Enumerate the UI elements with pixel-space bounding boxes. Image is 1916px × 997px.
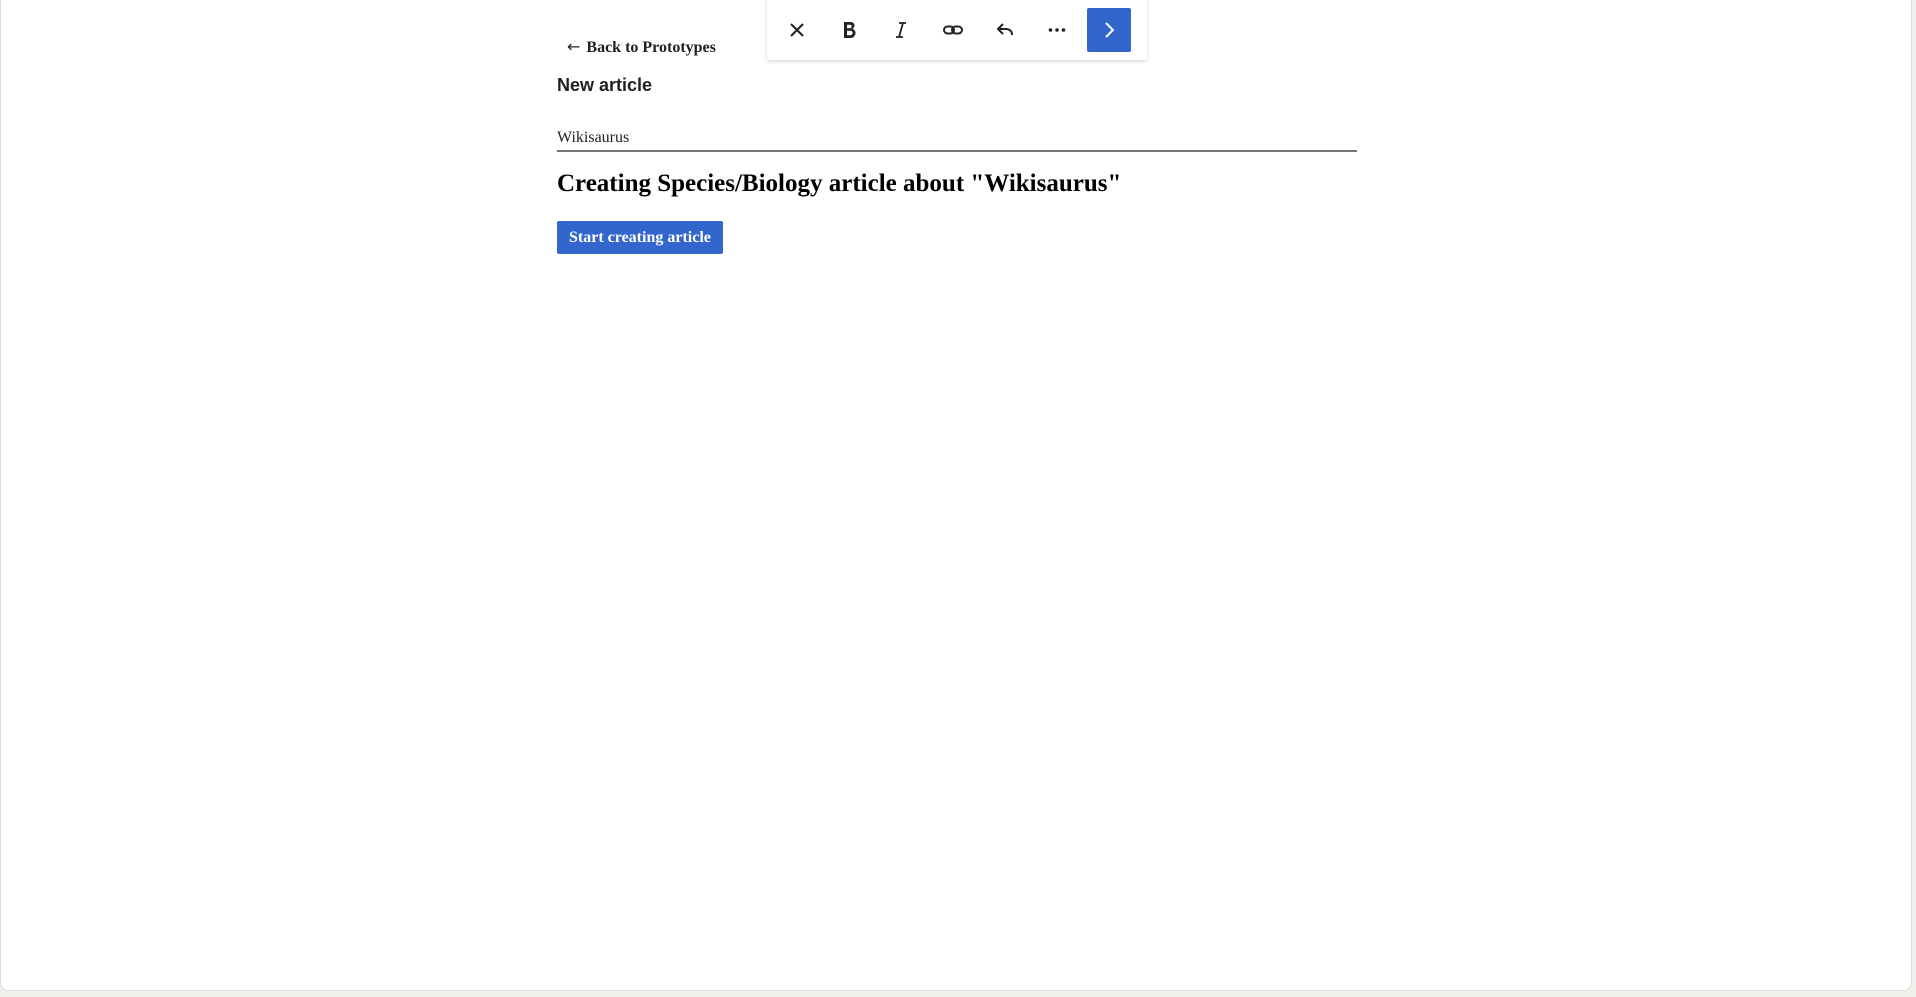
undo-icon bbox=[995, 20, 1015, 40]
close-button[interactable] bbox=[775, 8, 819, 52]
italic-button[interactable] bbox=[879, 8, 923, 52]
back-arrow-icon: ← bbox=[567, 37, 581, 56]
back-link-label: Back to Prototypes bbox=[586, 39, 716, 56]
article-title-input[interactable] bbox=[557, 126, 1357, 152]
back-to-prototypes-link[interactable]: ← Back to Prototypes bbox=[567, 37, 716, 57]
ellipsis-icon bbox=[1047, 20, 1067, 40]
article-heading: Creating Species/Biology article about "… bbox=[557, 170, 1122, 197]
chevron-right-icon bbox=[1099, 20, 1119, 40]
more-button[interactable] bbox=[1035, 8, 1079, 52]
bold-icon bbox=[839, 20, 859, 40]
close-icon bbox=[787, 20, 807, 40]
bold-button[interactable] bbox=[827, 8, 871, 52]
link-button[interactable] bbox=[931, 8, 975, 52]
start-creating-article-button[interactable]: Start creating article bbox=[557, 221, 723, 254]
link-icon bbox=[942, 20, 964, 40]
next-button[interactable] bbox=[1087, 8, 1131, 52]
italic-icon bbox=[891, 20, 911, 40]
page-title: New article bbox=[557, 75, 653, 95]
undo-button[interactable] bbox=[983, 8, 1027, 52]
page-frame: ← Back to Prototypes New article Creatin… bbox=[0, 0, 1912, 991]
editor-toolbar bbox=[767, 0, 1147, 60]
